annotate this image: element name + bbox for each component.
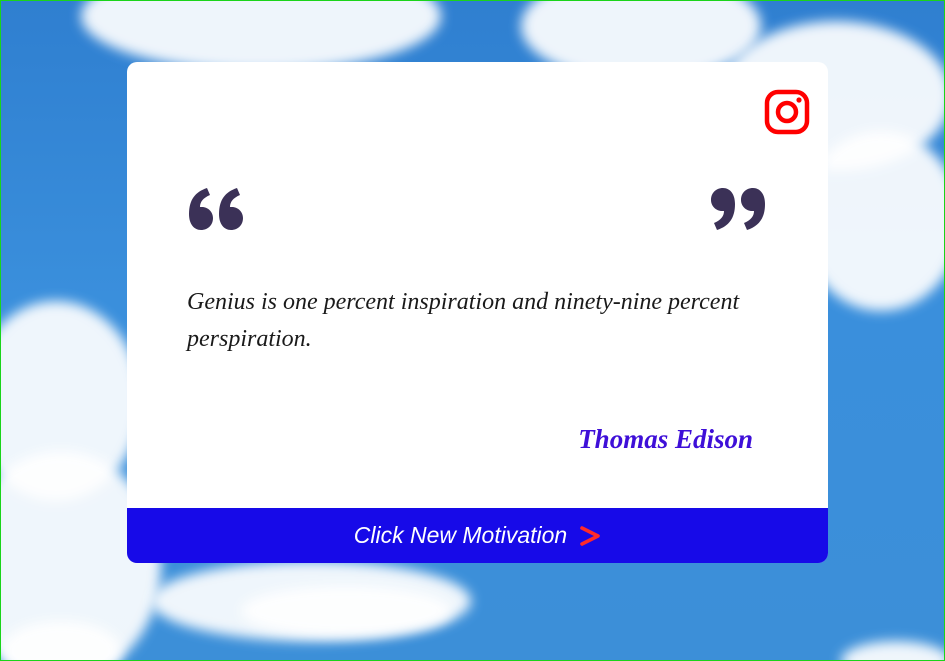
open-quote-icon: [189, 188, 243, 230]
quote-text: Genius is one percent inspiration and ni…: [187, 289, 740, 352]
instagram-icon[interactable]: [764, 89, 810, 135]
quote-author: Thomas Edison: [578, 424, 753, 454]
new-motivation-label: Click New Motivation: [353, 522, 568, 548]
quote-card: Genius is one percent inspiration and ni…: [127, 62, 828, 563]
close-quote-icon: [711, 188, 765, 230]
new-motivation-button[interactable]: Click New Motivation: [127, 508, 828, 563]
chevron-right-icon: [580, 525, 601, 546]
